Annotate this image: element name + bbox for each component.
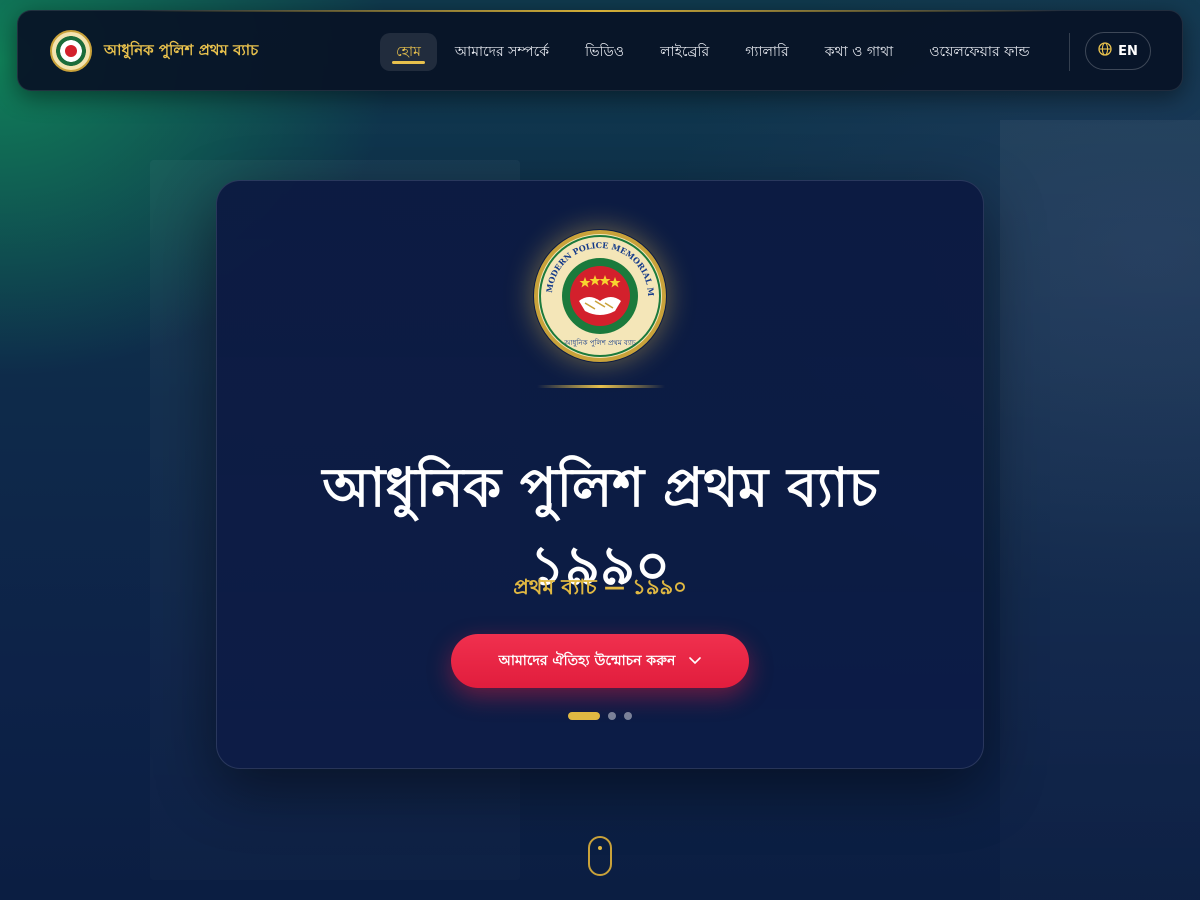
nav-item-welfare-fund[interactable]: ওয়েলফেয়ার ফান্ড <box>911 33 1047 71</box>
nav-item-stories[interactable]: কথা ও গাথা <box>807 33 912 71</box>
site-header: আধুনিক পুলিশ প্রথম ব্যাচ হোম আমাদের সম্প… <box>17 10 1183 91</box>
slide-dot-3[interactable] <box>624 712 632 720</box>
brand-link[interactable]: আধুনিক পুলিশ প্রথম ব্যাচ <box>50 29 258 73</box>
main-nav: হোম আমাদের সম্পর্কে ভিডিও লাইব্রেরি গ্যা… <box>380 32 1048 72</box>
language-label: EN <box>1118 43 1138 59</box>
emblem-bottom-text: আধুনিক পুলিশ প্রথম ব্যাচ <box>563 339 636 347</box>
nav-item-gallery[interactable]: গ্যালারি <box>727 33 807 71</box>
globe-icon <box>1098 42 1112 60</box>
slide-dot-2[interactable] <box>608 712 616 720</box>
chevron-down-icon <box>689 653 702 669</box>
cta-label: আমাদের ঐতিহ্য উন্মোচন করুন <box>498 653 676 669</box>
language-toggle-button[interactable]: EN <box>1085 32 1151 70</box>
nav-divider <box>1069 33 1070 71</box>
nav-item-home[interactable]: হোম <box>380 33 437 71</box>
nav-item-video[interactable]: ভিডিও <box>567 33 642 71</box>
museum-emblem: MODERN POLICE MEMORIAL MUSEUM 1990 আধুনি… <box>533 229 667 363</box>
header-gold-accent <box>138 10 1062 12</box>
mouse-scroll-icon[interactable] <box>588 836 612 876</box>
slide-indicators <box>568 712 632 720</box>
brand-logo <box>50 30 92 72</box>
nav-item-library[interactable]: লাইব্রেরি <box>642 33 727 71</box>
gold-divider <box>537 385 665 388</box>
hero-subtitle: প্রথম ব্যাচ — ১৯৯০ <box>513 575 687 599</box>
explore-heritage-button[interactable]: আমাদের ঐতিহ্য উন্মোচন করুন <box>451 634 749 688</box>
nav-item-about[interactable]: আমাদের সম্পর্কে <box>437 33 567 71</box>
background-photo-right <box>1000 120 1200 900</box>
brand-name: আধুনিক পুলিশ প্রথম ব্যাচ <box>104 40 259 59</box>
hero-card: MODERN POLICE MEMORIAL MUSEUM 1990 আধুনি… <box>216 180 984 769</box>
slide-dot-1[interactable] <box>568 712 600 720</box>
